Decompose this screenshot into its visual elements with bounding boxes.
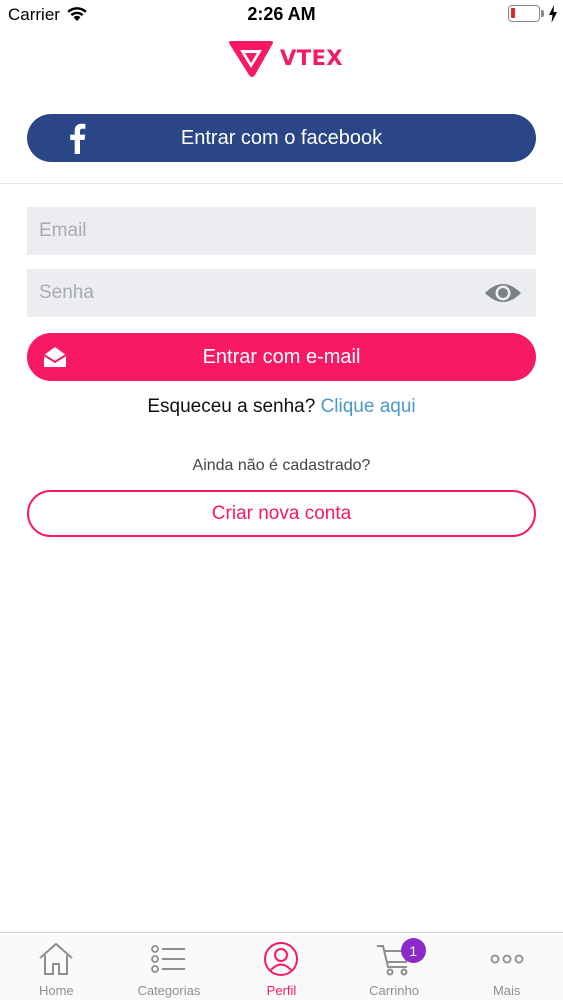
show-password-eye-icon[interactable] — [484, 279, 522, 307]
email-login-button[interactable]: Entrar com e-mail — [27, 333, 536, 381]
email-field-container — [27, 207, 536, 255]
tab-carrinho[interactable]: 1 Carrinho — [338, 933, 451, 1000]
password-field-container — [27, 269, 536, 317]
email-field[interactable] — [27, 207, 536, 255]
list-icon — [150, 945, 185, 973]
tab-categorias-label: Categorias — [137, 983, 201, 998]
tab-bar: Home Categorias Perfil 1 Carrinho Mais — [0, 932, 563, 1000]
forgot-password-link[interactable]: Clique aqui — [321, 396, 416, 417]
tab-carrinho-label: Carrinho — [369, 983, 419, 998]
status-bar: Carrier 2:26 AM — [0, 0, 563, 30]
open-envelope-icon — [43, 347, 67, 367]
create-account-button[interactable]: Criar nova conta — [27, 490, 536, 537]
forgot-password-text: Esqueceu a senha? — [147, 396, 316, 417]
battery-level — [511, 8, 515, 18]
tab-home[interactable]: Home — [0, 933, 113, 1000]
tab-perfil[interactable]: Perfil — [225, 933, 338, 1000]
facebook-login-button[interactable]: Entrar com o facebook — [27, 114, 536, 162]
home-icon — [39, 942, 73, 975]
tab-perfil-label: Perfil — [266, 983, 297, 998]
forgot-password-row: Esqueceu a senha? Clique aqui — [0, 396, 563, 418]
tab-mais[interactable]: Mais — [450, 933, 563, 1000]
password-field[interactable] — [27, 269, 536, 317]
tab-mais-label: Mais — [492, 983, 521, 998]
battery-tip — [541, 10, 544, 17]
vtex-logo: VTEX — [228, 38, 343, 78]
facebook-icon — [70, 123, 86, 154]
profile-icon — [264, 942, 299, 976]
battery-icon — [508, 5, 540, 22]
facebook-login-label: Entrar com o facebook — [180, 126, 383, 149]
create-account-label: Criar nova conta — [211, 502, 352, 524]
email-login-label: Entrar com e-mail — [202, 345, 361, 368]
vtex-logo-mark-icon — [229, 41, 273, 77]
more-icon — [490, 954, 524, 964]
not-registered-text: Ainda não é cadastrado? — [192, 457, 371, 474]
tab-categorias[interactable]: Categorias — [113, 933, 226, 1000]
charging-bolt-icon — [549, 5, 557, 23]
section-divider — [0, 183, 563, 184]
cart-count-badge: 1 — [400, 938, 426, 963]
tab-home-label: Home — [38, 983, 74, 998]
status-time: 2:26 AM — [247, 4, 316, 24]
logo-text: VTEX — [280, 46, 344, 70]
